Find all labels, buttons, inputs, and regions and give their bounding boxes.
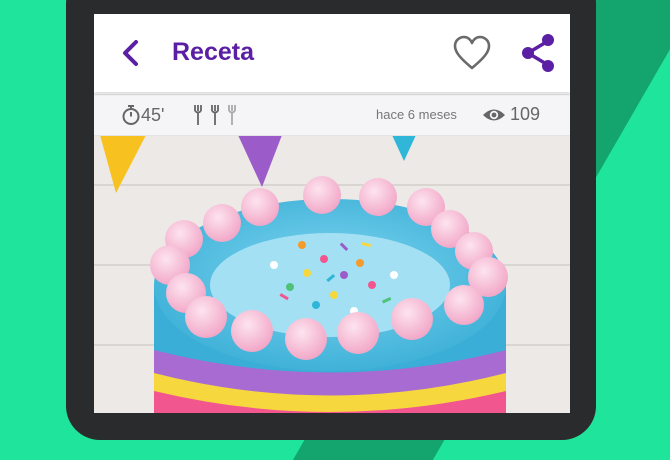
back-button[interactable] <box>116 36 146 70</box>
share-icon <box>522 34 554 72</box>
posted-time: hace 6 meses <box>376 107 457 122</box>
page-title: Receta <box>172 38 254 66</box>
prep-time: 45' <box>141 105 165 125</box>
fork-icon <box>194 105 236 125</box>
stopwatch-icon <box>122 105 140 125</box>
recipe-photo[interactable] <box>94 135 570 413</box>
view-count: 109 <box>510 104 541 124</box>
eye-icon <box>483 109 505 121</box>
favorite-button[interactable] <box>452 34 492 72</box>
recipe-meta-bar: 45' hace 6 meses 109 <box>94 94 570 136</box>
app-screen: Receta 45' hace 6 meses 109 <box>94 14 570 413</box>
app-bar: Receta <box>94 14 570 92</box>
share-button[interactable] <box>518 32 558 74</box>
heart-outline-icon <box>453 35 491 70</box>
chevron-left-icon <box>123 40 138 66</box>
